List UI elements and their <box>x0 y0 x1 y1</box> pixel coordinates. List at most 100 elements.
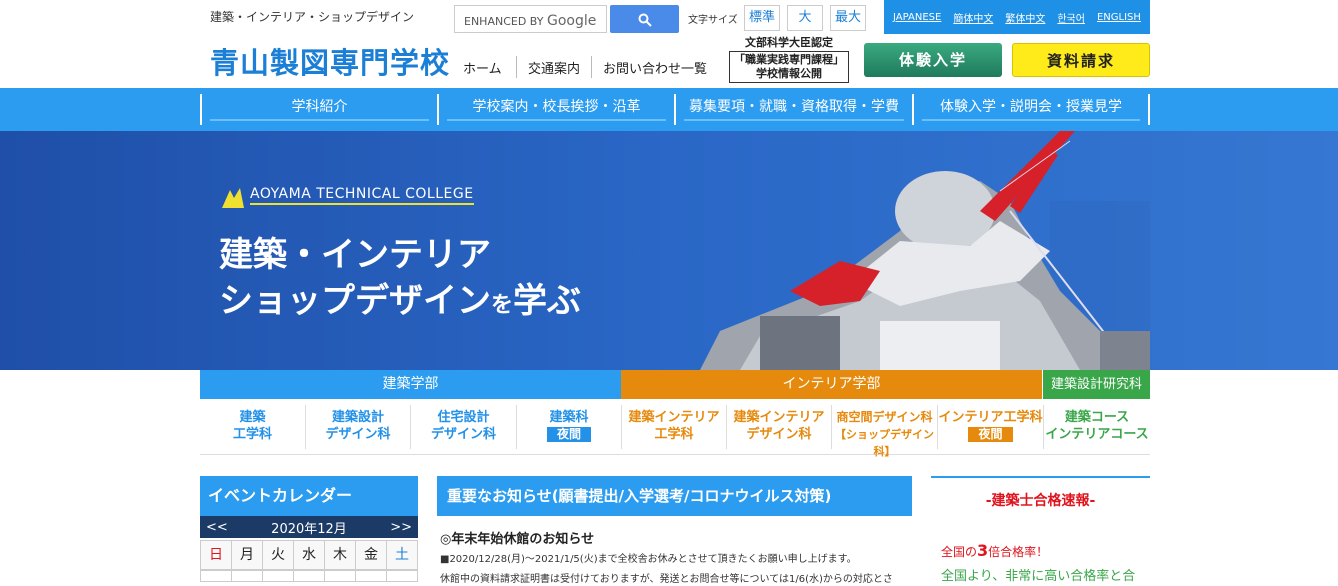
calendar-cell[interactable] <box>356 570 387 582</box>
course-name: インテリア工学科 <box>938 410 1043 425</box>
calendar-cell[interactable] <box>232 570 263 582</box>
nav-home-link[interactable]: ホーム <box>463 58 502 77</box>
course-interior-engineering[interactable]: 建築インテリア 工学科 <box>621 405 726 449</box>
hero-line2-end: 学ぶ <box>513 281 582 321</box>
calendar-cell[interactable] <box>294 570 325 582</box>
lang-english-link[interactable]: ENGLISH <box>1097 12 1141 23</box>
course-architecture-design[interactable]: 建築設計 デザイン科 <box>305 405 410 449</box>
gnav-departments[interactable]: 学科紹介 <box>200 94 437 125</box>
course-name: 商空間デザイン科 <box>836 410 933 424</box>
gnav-underline <box>210 119 429 121</box>
hero-line2-particle: を <box>491 292 514 318</box>
gnav-admissions[interactable]: 募集要項・就職・資格取得・学費 <box>674 94 912 125</box>
course-name-2: インテリアコース <box>1045 427 1149 442</box>
hero-line2-main: ショップデザイン <box>219 281 491 321</box>
gnav-open-campus[interactable]: 体験入学・説明会・授業見学 <box>912 94 1150 125</box>
gnav-underline <box>447 119 666 121</box>
dept-header-architecture[interactable]: 建築学部 <box>200 370 621 399</box>
mext-line3: 学校情報公開 <box>756 67 822 80</box>
calendar-month-label: 2020年12月 <box>271 521 347 537</box>
pass-rate-description: 全国より、非常に高い合格率と合 <box>941 569 1136 584</box>
school-logo[interactable]: 青山製図専門学校 <box>210 40 450 82</box>
site-tagline: 建築・インテリア・ショップデザイン <box>210 10 415 24</box>
college-emblem-icon <box>222 188 244 208</box>
weekday-tue: 火 <box>263 540 294 570</box>
calendar-cell[interactable] <box>263 570 294 582</box>
search-input[interactable]: ENHANCED BY Google <box>454 5 607 33</box>
event-calendar-title: イベントカレンダー <box>200 476 418 516</box>
request-brochure-button[interactable]: 資料請求 <box>1012 43 1150 77</box>
gnav-label: 体験入学・説明会・授業見学 <box>940 99 1122 115</box>
dept-header-interior[interactable]: インテリア学部 <box>621 370 1042 399</box>
course-name-2: 工学科 <box>232 427 272 442</box>
course-interior-engineering-night[interactable]: インテリア工学科 夜間 <box>937 405 1043 449</box>
pass-rate-pre: 全国の <box>941 545 978 559</box>
calendar-next-button[interactable]: >> <box>390 520 412 535</box>
gnav-label: 学科紹介 <box>291 99 348 115</box>
course-name: 住宅設計 <box>437 410 490 425</box>
hero-college-name-en: AOYAMA TECHNICAL COLLEGE <box>250 186 474 205</box>
course-name: 建築コース <box>1064 410 1130 425</box>
course-architecture-night[interactable]: 建築科 夜間 <box>516 405 621 449</box>
calendar-nav: << 2020年12月 >> <box>200 516 418 538</box>
lang-traditional-chinese-link[interactable]: 繁体中文 <box>1005 10 1045 25</box>
course-name: 建築設計 <box>331 410 384 425</box>
nav-divider <box>591 56 592 78</box>
trial-enrollment-button[interactable]: 体験入学 <box>864 43 1002 77</box>
hero-headline-line2: ショップデザインを学ぶ <box>219 273 581 322</box>
course-name-2: デザイン科 <box>325 427 391 442</box>
course-housing-design[interactable]: 住宅設計 デザイン科 <box>410 405 516 449</box>
search-icon <box>638 13 652 27</box>
lang-korean-link[interactable]: 한국어 <box>1057 10 1085 25</box>
mext-certification-badge[interactable]: 文部科学大臣認定 「職業実践専門課程」 学校情報公開 <box>729 36 849 83</box>
night-badge: 夜間 <box>968 427 1013 442</box>
course-name: 建築 <box>239 410 266 425</box>
search-enhanced-label: ENHANCED BY <box>464 15 544 28</box>
search-button[interactable] <box>610 5 679 33</box>
mext-line1: 文部科学大臣認定 <box>745 36 833 49</box>
course-name-2: 工学科 <box>654 427 694 442</box>
mext-box: 「職業実践専門課程」 学校情報公開 <box>729 51 849 83</box>
course-research[interactable]: 建築コースインテリアコース <box>1043 405 1150 449</box>
gnav-underline <box>684 119 904 121</box>
calendar-date-row <box>200 570 418 582</box>
building-illustration <box>700 131 1150 370</box>
gnav-label: 募集要項・就職・資格取得・学費 <box>689 99 899 115</box>
weekday-mon: 月 <box>232 540 263 570</box>
course-name-2: デザイン科 <box>430 427 496 442</box>
gnav-underline <box>922 119 1140 121</box>
exam-results-title[interactable]: -建築士合格速報- <box>931 490 1150 510</box>
gnav-label: 学校案内・校長挨拶・沿革 <box>472 99 641 115</box>
google-wordmark: Google <box>546 13 597 29</box>
calendar-prev-button[interactable]: << <box>206 520 228 535</box>
weekday-sun: 日 <box>200 540 232 570</box>
font-size-standard-button[interactable]: 標準 <box>744 5 780 31</box>
notice-item-title: ◎年末年始休館のお知らせ <box>440 532 595 547</box>
lang-japanese-link[interactable]: JAPANESE <box>893 12 941 23</box>
font-size-large-button[interactable]: 大 <box>787 5 823 31</box>
calendar-cell[interactable] <box>200 570 232 582</box>
calendar-cell[interactable] <box>325 570 356 582</box>
course-commercial-space-design[interactable]: 商空間デザイン科 【ショップデザイン科】 <box>831 405 937 458</box>
calendar-weekday-row: 日 月 火 水 木 金 土 <box>200 540 418 570</box>
course-interior-design[interactable]: 建築インテリア デザイン科 <box>726 405 831 449</box>
calendar-cell[interactable] <box>387 570 418 582</box>
lang-simplified-chinese-link[interactable]: 簡体中文 <box>953 10 993 25</box>
weekday-wed: 水 <box>294 540 325 570</box>
nav-contact-link[interactable]: お問い合わせ一覧 <box>603 58 707 77</box>
course-architecture-engineering[interactable]: 建築 工学科 <box>200 405 305 449</box>
night-badge: 夜間 <box>546 427 591 442</box>
weekday-sat: 土 <box>387 540 418 570</box>
notice-item-text: ■2020/12/28(月)～2021/1/5(火)まで全校舎お休みとさせて頂き… <box>440 554 857 565</box>
language-bar: JAPANESE 簡体中文 繁体中文 한국어 ENGLISH <box>884 0 1150 34</box>
font-size-max-button[interactable]: 最大 <box>830 5 866 31</box>
hero-headline-line1: 建築・インテリア <box>219 235 491 275</box>
pass-rate-text: 全国の3倍合格率！ <box>941 541 1048 560</box>
gnav-school-info[interactable]: 学校案内・校長挨拶・沿革 <box>437 94 674 125</box>
pass-rate-post: 倍合格率！ <box>988 545 1049 559</box>
mext-line2: 「職業実践専門課程」 <box>734 53 844 66</box>
important-notice-title: 重要なお知らせ(願書提出/入学選考/コロナウイルス対策) <box>437 476 912 516</box>
dept-header-research[interactable]: 建築設計研究科 <box>1043 370 1150 399</box>
nav-access-link[interactable]: 交通案内 <box>528 58 580 77</box>
course-name: 建築インテリア <box>628 410 720 425</box>
